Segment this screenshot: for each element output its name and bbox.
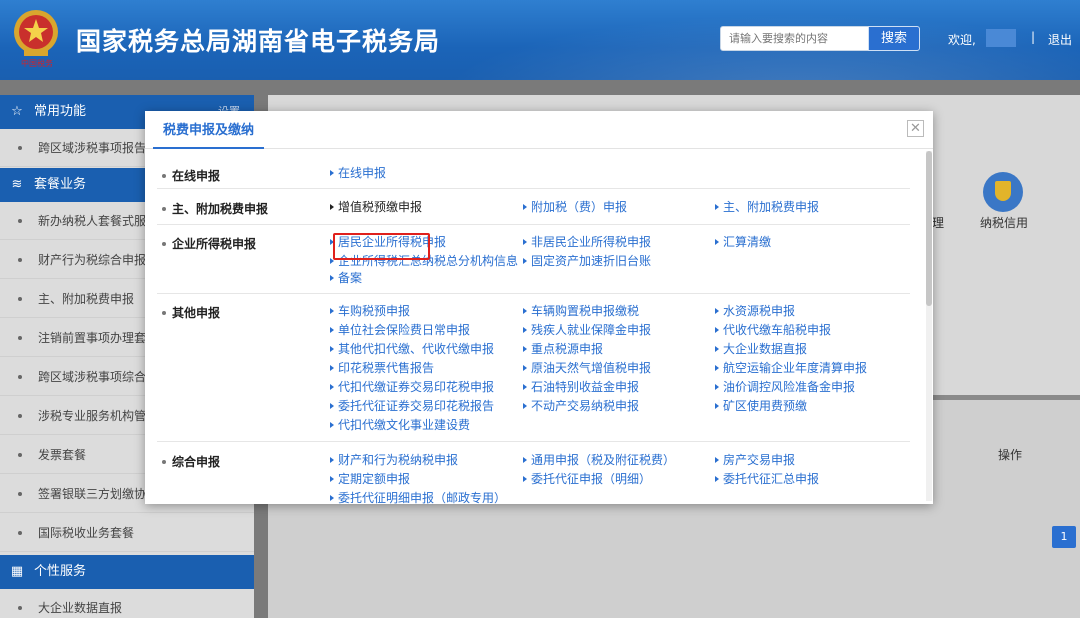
link-item[interactable]: 车购税预申报 [329, 302, 410, 321]
sidebar-item[interactable]: 大企业数据直报 [0, 589, 254, 618]
section-online-filing: 在线申报 在线申报 [157, 150, 910, 189]
tax-emblem-icon [14, 10, 58, 56]
link-item[interactable]: 代收代缴车船税申报 [714, 321, 831, 340]
link-item[interactable]: 印花税票代售报告 [329, 359, 434, 378]
link-main-additional-tax[interactable]: 主、附加税费申报 [714, 198, 819, 217]
link-item[interactable]: 残疾人就业保障金申报 [522, 321, 651, 340]
link-item[interactable]: 其他代扣代缴、代收代缴申报 [329, 340, 494, 359]
link-item[interactable]: 委托代征证券交易印花税报告 [329, 397, 494, 416]
section-other-filing: 其他申报 车购税预申报 车辆购置税申报缴税 水资源税申报 单位社会保险费日常申报… [157, 294, 910, 442]
sidebar-section-title: 个性服务 [34, 564, 87, 579]
site-title: 国家税务总局湖南省电子税务局 [76, 27, 441, 56]
section-comprehensive-filing: 综合申报 财产和行为税纳税申报 通用申报（税及附征税费） 房产交易申报 定期定额… [157, 442, 910, 504]
link-item[interactable]: 油价调控风险准备金申报 [714, 378, 855, 397]
section-label: 其他申报 [161, 306, 221, 320]
link-annual-settlement[interactable]: 汇算清缴 [714, 233, 771, 252]
logout-link[interactable]: 退出 [1048, 31, 1072, 48]
link-consolidated-cit-wrap[interactable]: 备案 [329, 269, 362, 288]
highlight-annotation-box [333, 233, 430, 260]
link-vat-prepayment[interactable]: 增值税预缴申报 [329, 198, 422, 217]
modal-body: 在线申报 在线申报 主、附加税费申报 增值税预缴申报 附加税（费）申报 主、附加… [145, 150, 933, 504]
scrollbar-thumb[interactable] [926, 151, 932, 306]
link-item[interactable]: 代扣代缴文化事业建设费 [329, 416, 470, 435]
section-label: 综合申报 [161, 455, 221, 469]
sidebar-section-title: 套餐业务 [34, 177, 87, 192]
link-additional-tax[interactable]: 附加税（费）申报 [522, 198, 627, 217]
sidebar-section-personal[interactable]: ▦ 个性服务 [0, 555, 254, 589]
tab-tax-filing[interactable]: 税费申报及缴纳 [153, 111, 265, 149]
sidebar-item[interactable]: 国际税收业务套餐 [0, 514, 254, 552]
layers-icon: ≋ [11, 177, 23, 192]
link-item[interactable]: 原油天然气增值税申报 [522, 359, 651, 378]
pagination-button[interactable]: 1 [1052, 526, 1076, 548]
tax-credit-label: 纳税信用 [980, 216, 1029, 230]
modal-scrollbar[interactable] [926, 151, 932, 501]
link-item[interactable]: 财产和行为税纳税申报 [329, 451, 458, 470]
link-item[interactable]: 大企业数据直报 [714, 340, 807, 359]
link-item[interactable]: 车辆购置税申报缴税 [522, 302, 639, 321]
username-redacted [986, 29, 1016, 47]
link-item[interactable]: 石油特别收益金申报 [522, 378, 639, 397]
site-header: 中国税务 国家税务总局湖南省电子税务局 搜索 欢迎, | 退出 [0, 0, 1080, 80]
background-label: 理 [932, 216, 945, 230]
link-item[interactable]: 水资源税申报 [714, 302, 795, 321]
link-nonresident-cit[interactable]: 非居民企业所得税申报 [522, 233, 651, 252]
sidebar-section-title: 常用功能 [34, 104, 87, 119]
section-label: 主、附加税费申报 [161, 202, 269, 216]
link-item[interactable]: 委托代征申报（明细） [522, 470, 651, 489]
link-item[interactable]: 不动产交易纳税申报 [522, 397, 639, 416]
section-main-additional: 主、附加税费申报 增值税预缴申报 附加税（费）申报 主、附加税费申报 [157, 189, 910, 225]
link-item[interactable]: 重点税源申报 [522, 340, 603, 359]
close-icon[interactable]: ✕ [907, 120, 924, 137]
section-label: 在线申报 [161, 169, 221, 183]
link-accelerated-depreciation[interactable]: 固定资产加速折旧台账 [522, 252, 651, 271]
link-item[interactable]: 航空运输企业年度清算申报 [714, 359, 867, 378]
modal-tab-bar: 税费申报及缴纳 ✕ [145, 111, 933, 149]
link-item[interactable]: 委托代征明细申报（邮政专用） [329, 489, 506, 504]
link-item[interactable]: 单位社会保险费日常申报 [329, 321, 470, 340]
link-online-filing[interactable]: 在线申报 [329, 164, 386, 183]
emblem-caption: 中国税务 [21, 59, 53, 68]
search-input[interactable] [720, 26, 870, 51]
link-item[interactable]: 房产交易申报 [714, 451, 795, 470]
shield-icon[interactable] [983, 172, 1023, 212]
column-header-operation: 操作 [998, 448, 1023, 462]
tax-filing-modal: 税费申报及缴纳 ✕ 在线申报 在线申报 主、附加税费申报 增值税预缴申报 附加税… [145, 111, 933, 504]
section-label: 企业所得税申报 [161, 237, 257, 251]
link-item[interactable]: 委托代征汇总申报 [714, 470, 819, 489]
link-item[interactable]: 定期定额申报 [329, 470, 410, 489]
link-item[interactable]: 代扣代缴证券交易印花税申报 [329, 378, 494, 397]
star-icon: ☆ [11, 104, 23, 119]
section-corporate-income-tax: 企业所得税申报 居民企业所得税申报 非居民企业所得税申报 汇算清缴 企业所得税汇… [157, 225, 910, 294]
link-item[interactable]: 矿区使用费预缴 [714, 397, 807, 416]
link-item[interactable]: 通用申报（税及附征税费） [522, 451, 675, 470]
welcome-text: 欢迎, [948, 33, 976, 47]
search-button[interactable]: 搜索 [868, 26, 920, 51]
grid-icon: ▦ [10, 564, 24, 579]
header-separator: | [1031, 30, 1036, 44]
